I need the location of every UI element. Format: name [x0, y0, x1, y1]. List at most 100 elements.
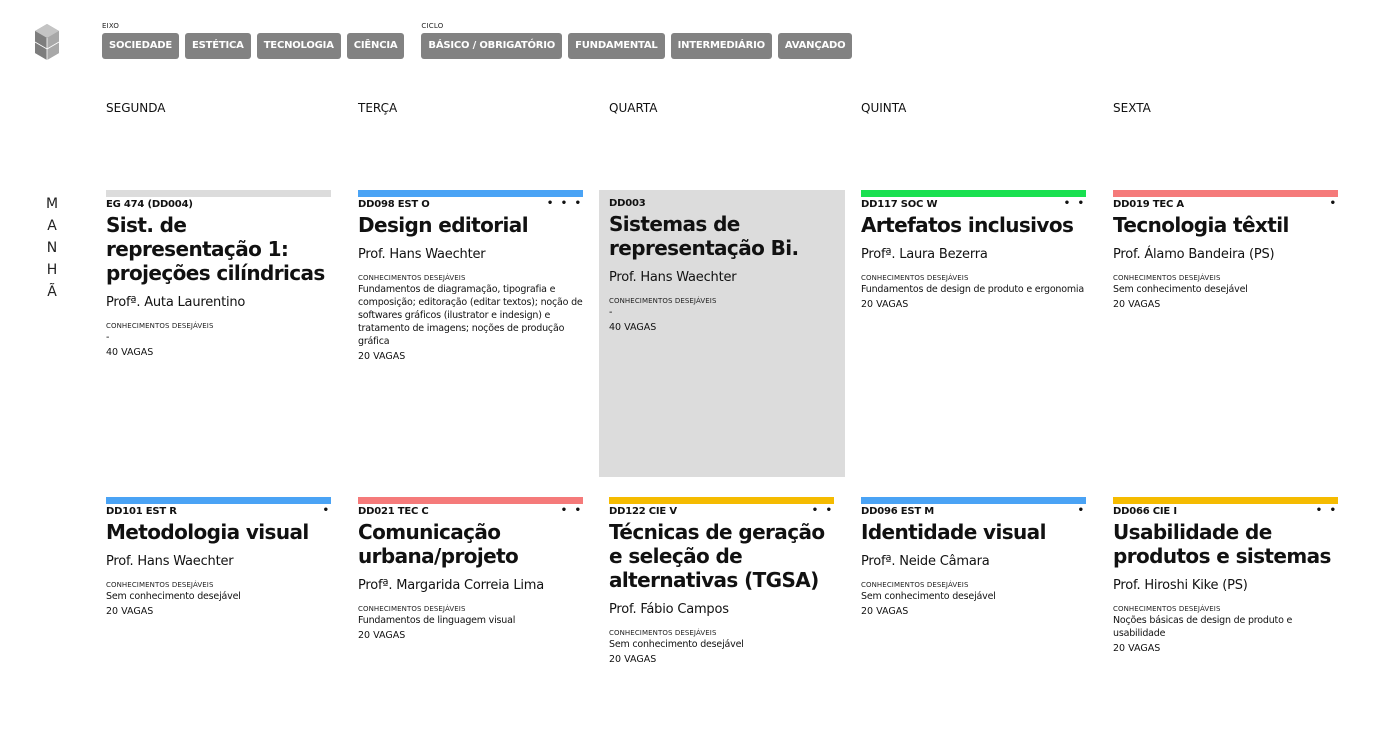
course-card[interactable]: DD021 TEC C • • Comunicação urbana/projeto… [358, 497, 583, 642]
period-letter: H [46, 262, 58, 278]
course-title: Design editorial [358, 213, 529, 237]
course-knowledge: Sem conhecimento desejável [861, 591, 996, 602]
cube-logo-icon[interactable] [35, 24, 59, 60]
course-title: Tecnologia têxtil [1113, 213, 1289, 237]
course-vagas: 20 VAGAS [358, 351, 406, 362]
course-card[interactable]: DD096 EST M • Identidade visual Profª. Neid… [861, 497, 1086, 618]
course-professor: Prof. Fábio Campos [609, 602, 729, 617]
course-card[interactable]: DD019 TEC A • Tecnologia têxtil Prof. Álamo… [1113, 190, 1338, 311]
course-code: DD098 EST O [358, 199, 430, 210]
course-knowledge: Sem conhecimento desejável [1113, 284, 1248, 295]
knowledge-label: CONHECIMENTOS DESEJÁVEIS [358, 605, 466, 613]
course-card[interactable]: DD098 EST O • • • Design editorial Prof. Ha… [358, 190, 583, 363]
more-options-icon[interactable]: • • [1316, 506, 1338, 516]
course-color-bar [106, 190, 331, 197]
more-options-icon[interactable]: • • [812, 506, 834, 516]
course-professor: Profª. Laura Bezerra [861, 247, 988, 262]
period-letter: Ã [47, 284, 57, 300]
course-knowledge: Fundamentos de diagramação, tipografia e… [358, 284, 583, 347]
course-knowledge: Fundamentos de design de produto e ergon… [861, 284, 1084, 295]
course-vagas: 20 VAGAS [1113, 643, 1161, 654]
course-vagas: 20 VAGAS [861, 299, 909, 310]
course-title: Usabilidade de produtos e sistemas [1113, 520, 1331, 568]
course-title: Identidade visual [861, 520, 1046, 544]
course-color-bar [1113, 497, 1338, 504]
course-title: Metodologia visual [106, 520, 309, 544]
more-options-icon[interactable]: • [323, 506, 331, 516]
more-options-icon[interactable]: • [1330, 199, 1338, 209]
day-header-quinta: QUINTA [861, 101, 907, 115]
course-code: DD117 SOC W [861, 199, 938, 210]
course-code: DD021 TEC C [358, 506, 429, 517]
course-color-bar [861, 190, 1086, 197]
more-options-icon[interactable]: • [1078, 506, 1086, 516]
course-knowledge: - [106, 332, 110, 343]
course-professor: Profª. Auta Laurentino [106, 295, 246, 310]
knowledge-label: CONHECIMENTOS DESEJÁVEIS [358, 274, 466, 282]
course-knowledge: Sem conhecimento desejável [106, 591, 241, 602]
course-knowledge: Fundamentos de linguagem visual [358, 615, 516, 626]
course-vagas: 20 VAGAS [1113, 299, 1161, 310]
knowledge-label: CONHECIMENTOS DESEJÁVEIS [106, 581, 214, 589]
course-card[interactable]: EG 474 (DD004) Sist. de representação 1: … [106, 190, 331, 359]
period-letter: M [45, 196, 59, 212]
course-card[interactable]: DD117 SOC W • • Artefatos inclusivos Profª.… [861, 190, 1086, 311]
knowledge-label: CONHECIMENTOS DESEJÁVEIS [861, 274, 969, 282]
course-code: DD066 CIE I [1113, 506, 1177, 517]
filter-button-estetica[interactable]: ESTÉTICA [184, 33, 251, 59]
course-code: DD122 CIE V [609, 506, 677, 517]
course-vagas: 20 VAGAS [106, 606, 154, 617]
filter-group-ciclo: CICLO BÁSICO / OBRIGATÓRIO FUNDAMENTAL I… [421, 20, 853, 59]
more-options-icon[interactable]: • • [1064, 199, 1086, 209]
course-color-bar [861, 497, 1086, 504]
knowledge-label: CONHECIMENTOS DESEJÁVEIS [609, 297, 717, 305]
course-color-bar [1113, 190, 1338, 197]
period-letter: N [46, 240, 58, 256]
knowledge-label: CONHECIMENTOS DESEJÁVEIS [1113, 605, 1221, 613]
filter-button-basico[interactable]: BÁSICO / OBRIGATÓRIO [421, 33, 563, 59]
course-code: DD003 [609, 198, 646, 209]
day-header-sexta: SEXTA [1113, 101, 1151, 115]
day-header-quarta: QUARTA [609, 101, 658, 115]
course-card[interactable]: DD066 CIE I • • Usabilidade de produtos e … [1113, 497, 1338, 655]
course-color-bar [609, 497, 834, 504]
knowledge-label: CONHECIMENTOS DESEJÁVEIS [1113, 274, 1221, 282]
course-knowledge: Noções básicas de design de produto e us… [1113, 615, 1293, 639]
course-card[interactable]: DD003 Sistemas de representação Bi. Prof. … [599, 190, 845, 477]
more-options-icon[interactable]: • • [561, 506, 583, 516]
filter-bar: EIXO SOCIEDADE ESTÉTICA TECNOLOGIA CIÊNC… [102, 20, 853, 59]
course-vagas: 20 VAGAS [609, 654, 657, 665]
day-header-terca: TERÇA [358, 101, 398, 115]
course-knowledge: - [609, 307, 613, 318]
more-options-icon[interactable]: • • • [547, 199, 583, 209]
course-color-bar [358, 497, 583, 504]
course-code: DD019 TEC A [1113, 199, 1184, 210]
period-label-manha: M A N H Ã [44, 193, 60, 303]
filter-button-avancado[interactable]: AVANÇADO [777, 33, 853, 59]
course-professor: Prof. Álamo Bandeira (PS) [1113, 247, 1275, 262]
course-professor: Prof. Hans Waechter [609, 270, 737, 285]
course-code: EG 474 (DD004) [106, 199, 193, 210]
filter-title-ciclo: CICLO [421, 22, 444, 30]
filter-button-tecnologia[interactable]: TECNOLOGIA [256, 33, 341, 59]
course-professor: Prof. Hiroshi Kike (PS) [1113, 578, 1248, 593]
course-title: Artefatos inclusivos [861, 213, 1074, 237]
day-header-segunda: SEGUNDA [106, 101, 166, 115]
course-professor: Profª. Neide Câmara [861, 554, 990, 569]
course-card[interactable]: DD101 EST R • Metodologia visual Prof. Hans… [106, 497, 331, 618]
course-card[interactable]: DD122 CIE V • • Técnicas de geração e sele… [609, 497, 834, 666]
period-letter: A [47, 218, 57, 234]
filter-button-fundamental[interactable]: FUNDAMENTAL [568, 33, 665, 59]
knowledge-label: CONHECIMENTOS DESEJÁVEIS [861, 581, 969, 589]
course-title: Técnicas de geração e seleção de alterna… [609, 520, 825, 592]
course-title: Comunicação urbana/projeto [358, 520, 519, 568]
course-code: DD101 EST R [106, 506, 177, 517]
filter-button-intermediario[interactable]: INTERMEDIÁRIO [670, 33, 772, 59]
course-vagas: 40 VAGAS [106, 347, 154, 358]
schedule-page: EIXO SOCIEDADE ESTÉTICA TECNOLOGIA CIÊNC… [0, 0, 1387, 729]
filter-button-sociedade[interactable]: SOCIEDADE [102, 33, 179, 59]
filter-button-ciencia[interactable]: CIÊNCIA [346, 33, 405, 59]
course-knowledge: Sem conhecimento desejável [609, 639, 744, 650]
course-vagas: 40 VAGAS [609, 322, 657, 333]
filter-title-eixo: EIXO [102, 22, 120, 30]
